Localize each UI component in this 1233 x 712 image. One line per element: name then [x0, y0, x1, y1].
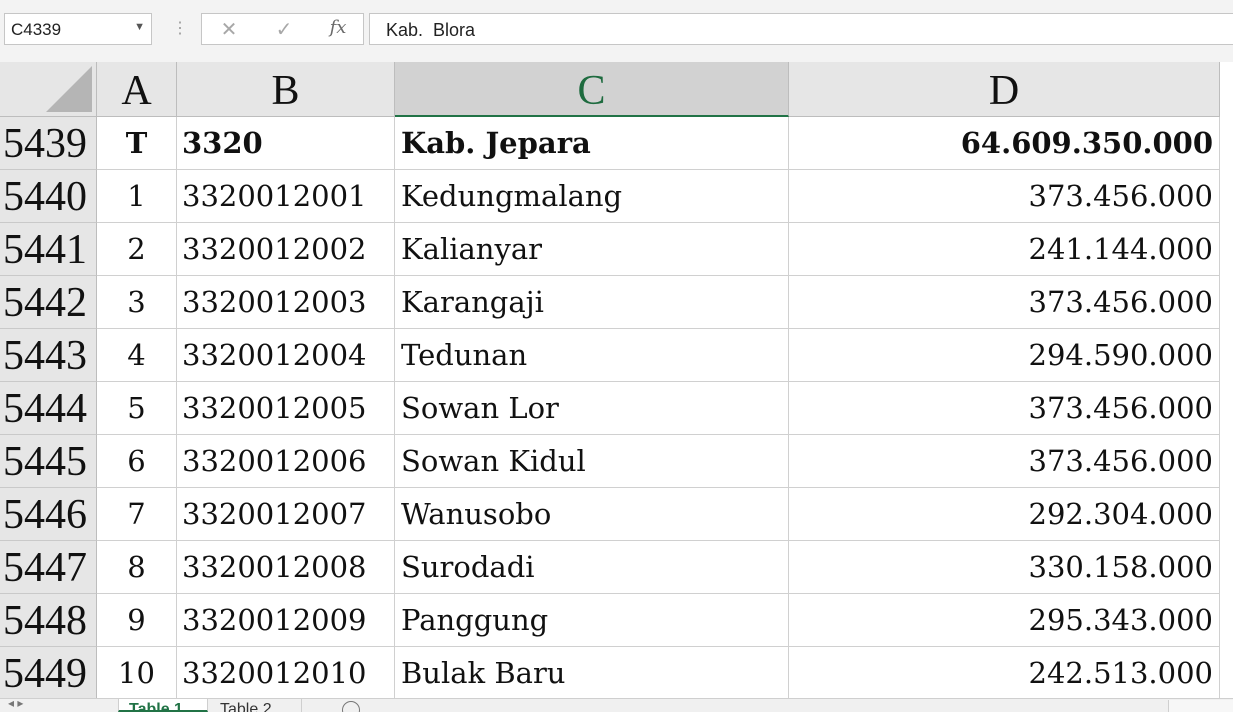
- column-header-b[interactable]: B: [177, 62, 395, 117]
- cell-a[interactable]: 7: [97, 488, 177, 541]
- column-header-d[interactable]: D: [789, 62, 1220, 117]
- row-header[interactable]: 5445: [0, 435, 97, 488]
- cancel-icon[interactable]: ✕: [214, 17, 244, 42]
- cell-c[interactable]: Sowan Kidul: [395, 435, 789, 488]
- cell-d[interactable]: 373.456.000: [789, 382, 1220, 435]
- cell-d[interactable]: 373.456.000: [789, 170, 1220, 223]
- cell-d[interactable]: 373.456.000: [789, 276, 1220, 329]
- cell-c[interactable]: Kab. Jepara: [395, 117, 789, 170]
- cell-b[interactable]: 3320012003: [177, 276, 395, 329]
- cell-d[interactable]: 294.590.000: [789, 329, 1220, 382]
- row-header[interactable]: 5440: [0, 170, 97, 223]
- cell-a[interactable]: 6: [97, 435, 177, 488]
- cell-b[interactable]: 3320012004: [177, 329, 395, 382]
- cell-c[interactable]: Panggung: [395, 594, 789, 647]
- formula-input[interactable]: Kab. Blora: [369, 13, 1233, 45]
- column-header-c[interactable]: C: [395, 62, 789, 117]
- cell-c[interactable]: Sowan Lor: [395, 382, 789, 435]
- row-header[interactable]: 5441: [0, 223, 97, 276]
- chevron-down-icon[interactable]: ▼: [134, 21, 145, 33]
- cell-b[interactable]: 3320: [177, 117, 395, 170]
- row-header[interactable]: 5449: [0, 647, 97, 700]
- cell-a[interactable]: 1: [97, 170, 177, 223]
- formula-buttons: ✕ ✓ fx: [201, 13, 364, 45]
- enter-icon[interactable]: ✓: [269, 17, 299, 42]
- cell-d[interactable]: 241.144.000: [789, 223, 1220, 276]
- insert-function-icon[interactable]: fx: [323, 17, 353, 38]
- cell-c[interactable]: Wanusobo: [395, 488, 789, 541]
- cell-d[interactable]: 330.158.000: [789, 541, 1220, 594]
- cell-d[interactable]: 292.304.000: [789, 488, 1220, 541]
- tab-navigation-icon[interactable]: ◂ ▸: [8, 699, 23, 710]
- sheet-tab-table-2[interactable]: Table 2: [210, 699, 302, 712]
- cell-a[interactable]: 5: [97, 382, 177, 435]
- cell-b[interactable]: 3320012002: [177, 223, 395, 276]
- add-sheet-icon[interactable]: [342, 701, 360, 712]
- row-header[interactable]: 5448: [0, 594, 97, 647]
- cell-b[interactable]: 3320012005: [177, 382, 395, 435]
- horizontal-scrollbar[interactable]: [1168, 700, 1233, 712]
- cell-c[interactable]: Tedunan: [395, 329, 789, 382]
- cell-a[interactable]: 9: [97, 594, 177, 647]
- cell-a[interactable]: 10: [97, 647, 177, 700]
- cell-c[interactable]: Bulak Baru: [395, 647, 789, 700]
- cell-c[interactable]: Karangaji: [395, 276, 789, 329]
- cell-c[interactable]: Kalianyar: [395, 223, 789, 276]
- sheet-tab-table-1[interactable]: Table 1: [118, 699, 208, 712]
- cell-b[interactable]: 3320012006: [177, 435, 395, 488]
- row-header[interactable]: 5443: [0, 329, 97, 382]
- cell-c[interactable]: Kedungmalang: [395, 170, 789, 223]
- cell-a[interactable]: T: [97, 117, 177, 170]
- cell-d[interactable]: 64.609.350.000: [789, 117, 1220, 170]
- cell-b[interactable]: 3320012010: [177, 647, 395, 700]
- row-header[interactable]: 5442: [0, 276, 97, 329]
- more-options-icon[interactable]: ⋮: [172, 18, 188, 38]
- column-header-a[interactable]: A: [97, 62, 177, 117]
- cell-b[interactable]: 3320012001: [177, 170, 395, 223]
- cell-d[interactable]: 242.513.000: [789, 647, 1220, 700]
- cell-a[interactable]: 3: [97, 276, 177, 329]
- cell-b[interactable]: 3320012008: [177, 541, 395, 594]
- cell-c[interactable]: Surodadi: [395, 541, 789, 594]
- spreadsheet-grid: ABCD 5439 T 3320 Kab. Jepara 64.609.350.000 5…: [0, 62, 1233, 700]
- name-box-value: C4339: [11, 20, 62, 39]
- row-header[interactable]: 5439: [0, 117, 97, 170]
- cell-a[interactable]: 2: [97, 223, 177, 276]
- select-all-button[interactable]: [0, 62, 97, 117]
- select-all-triangle-icon: [46, 66, 92, 112]
- name-box[interactable]: C4339 ▼: [4, 13, 152, 45]
- cell-d[interactable]: 373.456.000: [789, 435, 1220, 488]
- sheet-tab-bar: ◂ ▸ Table 1 Table 2: [0, 698, 1233, 712]
- cell-a[interactable]: 4: [97, 329, 177, 382]
- cell-b[interactable]: 3320012009: [177, 594, 395, 647]
- cell-a[interactable]: 8: [97, 541, 177, 594]
- formula-bar: C4339 ▼ ⋮ ✕ ✓ fx Kab. Blora: [0, 0, 1233, 62]
- row-header[interactable]: 5446: [0, 488, 97, 541]
- row-header[interactable]: 5444: [0, 382, 97, 435]
- cell-d[interactable]: 295.343.000: [789, 594, 1220, 647]
- cell-b[interactable]: 3320012007: [177, 488, 395, 541]
- row-header[interactable]: 5447: [0, 541, 97, 594]
- formula-text: Kab. Blora: [386, 20, 476, 40]
